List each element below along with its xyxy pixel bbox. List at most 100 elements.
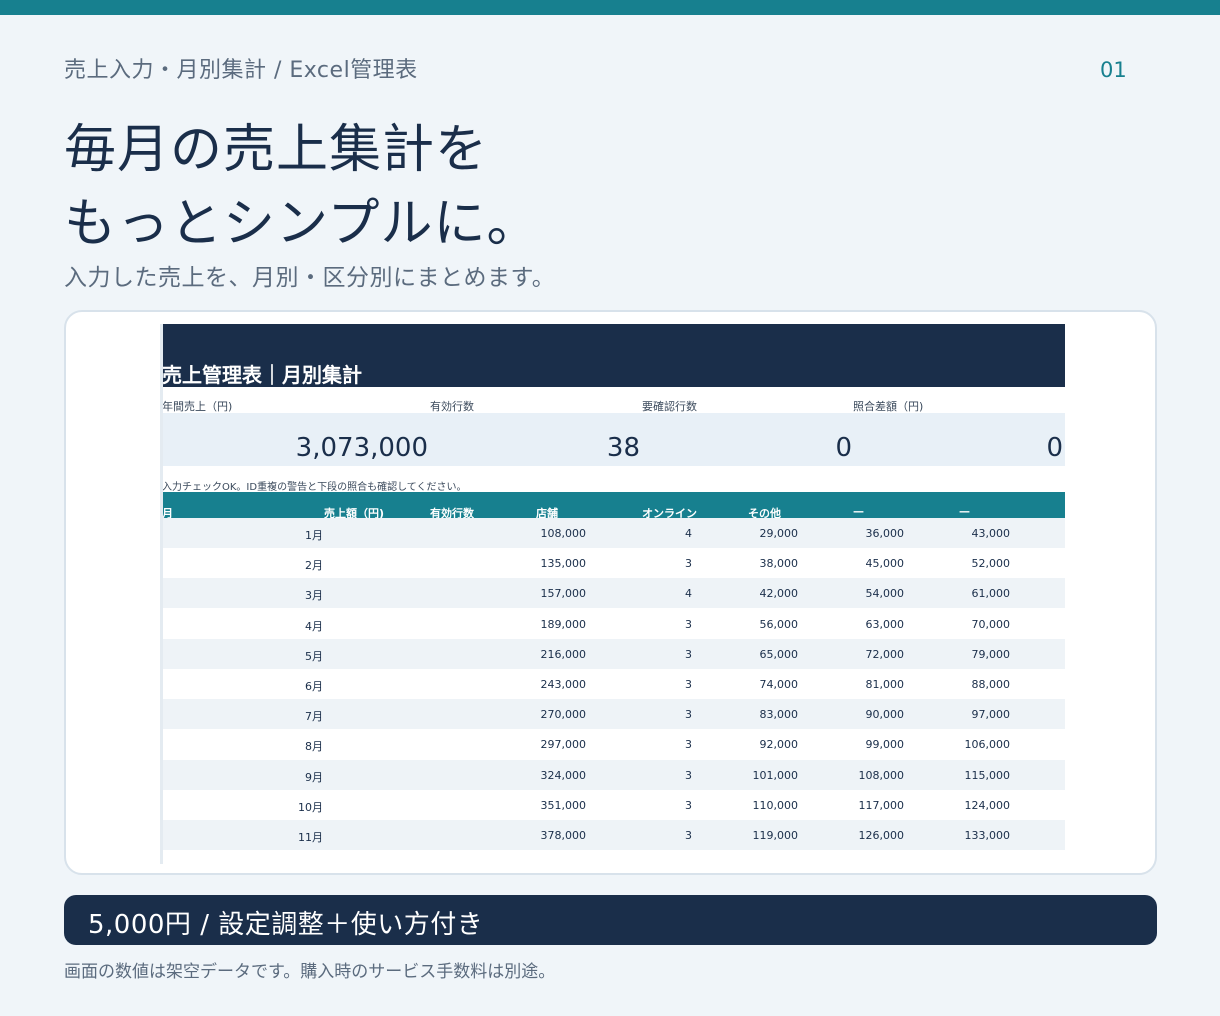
table-row: 9月 324,000 3 101,000 108,000 115,000 xyxy=(160,759,1065,790)
cell-sales: 297,000 xyxy=(540,738,587,752)
cell-sales: 216,000 xyxy=(540,647,587,661)
cell-month: 1月 xyxy=(305,529,323,542)
breadcrumb: 売上入力・月別集計 / Excel管理表 xyxy=(64,58,418,83)
cell-other: 61,000 xyxy=(971,587,1011,601)
table-row: 5月 216,000 3 65,000 72,000 79,000 xyxy=(160,638,1065,669)
cell-valid-rows: 4 xyxy=(685,587,692,601)
headline-line-1: 毎月の売上集計を xyxy=(64,120,489,180)
cell-other: 70,000 xyxy=(971,617,1011,631)
cell-other: 97,000 xyxy=(971,708,1011,722)
cell-month: 4月 xyxy=(305,619,323,633)
spreadsheet-preview-card: 売上管理表｜月別集計 年間売上（円) 有効行数 要確認行数 照合差額（円) 3,… xyxy=(64,310,1157,875)
cell-valid-rows: 3 xyxy=(685,768,692,782)
kpi-label-review-rows: 要確認行数 xyxy=(642,400,697,413)
cell-valid-rows: 3 xyxy=(685,708,692,722)
cell-online: 54,000 xyxy=(865,587,905,601)
top-accent-bar xyxy=(0,0,1220,15)
subline: 入力した売上を、月別・区分別にまとめます。 xyxy=(64,265,556,291)
cell-month: 7月 xyxy=(305,710,323,724)
spreadsheet: 売上管理表｜月別集計 年間売上（円) 有効行数 要確認行数 照合差額（円) 3,… xyxy=(160,324,1065,864)
cell-valid-rows: 3 xyxy=(685,557,692,571)
cell-other: 79,000 xyxy=(971,647,1011,661)
cell-month: 6月 xyxy=(305,680,323,693)
cell-other: 106,000 xyxy=(964,738,1011,752)
cell-online: 63,000 xyxy=(865,617,905,631)
cell-store: 92,000 xyxy=(759,738,799,752)
cell-store: 56,000 xyxy=(759,617,799,631)
kpi-value-reconcile-diff: 0 xyxy=(1046,433,1063,463)
cell-other: 88,000 xyxy=(971,678,1011,691)
cell-valid-rows: 3 xyxy=(685,798,692,812)
headline-line-2: もっとシンプルに。 xyxy=(64,194,540,254)
validation-note: 入力チェックOK。ID重複の警告と下段の照合も確認してください。 xyxy=(162,482,467,493)
cell-sales: 189,000 xyxy=(540,617,587,631)
cell-valid-rows: 3 xyxy=(685,617,692,631)
cell-valid-rows: 3 xyxy=(685,678,692,691)
cell-sales: 135,000 xyxy=(540,557,587,571)
kpi-label-reconcile-diff: 照合差額（円) xyxy=(853,400,924,413)
cell-month: 9月 xyxy=(305,770,323,784)
cell-month: 8月 xyxy=(305,740,323,754)
cell-store: 101,000 xyxy=(752,768,799,782)
cell-other: 52,000 xyxy=(971,557,1011,571)
cell-online: 117,000 xyxy=(858,798,905,812)
cell-sales: 270,000 xyxy=(540,708,587,722)
cell-store: 29,000 xyxy=(759,527,799,540)
cell-valid-rows: 3 xyxy=(685,829,692,842)
cell-sales: 243,000 xyxy=(540,678,587,691)
cell-online: 81,000 xyxy=(865,678,905,691)
cell-sales: 108,000 xyxy=(540,527,587,540)
table-row: 3月 157,000 4 42,000 54,000 61,000 xyxy=(160,578,1065,609)
cell-sales: 157,000 xyxy=(540,587,587,601)
table-row: 7月 270,000 3 83,000 90,000 97,000 xyxy=(160,699,1065,730)
cell-online: 126,000 xyxy=(858,829,905,842)
column-header-blank-1: — xyxy=(853,505,864,518)
cell-store: 42,000 xyxy=(759,587,799,601)
table-header xyxy=(160,492,1065,518)
footnote: 画面の数値は架空データです。購入時のサービス手数料は別途。 xyxy=(64,962,556,982)
cell-sales: 324,000 xyxy=(540,768,587,782)
table-row: 4月 189,000 3 56,000 63,000 70,000 xyxy=(160,609,1065,639)
table-row: 8月 297,000 3 92,000 99,000 106,000 xyxy=(160,729,1065,759)
table-row: 10月 351,000 3 110,000 117,000 124,000 xyxy=(160,790,1065,820)
price-banner: 5,000円 / 設定調整＋使い方付き xyxy=(64,895,1157,945)
price-text: 5,000円 / 設定調整＋使い方付き xyxy=(88,910,484,940)
kpi-label-annual-sales: 年間売上（円) xyxy=(162,400,233,413)
cell-month: 2月 xyxy=(305,559,323,573)
page-number: 01 xyxy=(1100,58,1127,82)
headline: 毎月の売上集計を もっとシンプルに。 xyxy=(64,113,539,261)
cell-other: 43,000 xyxy=(971,527,1011,540)
cell-other: 115,000 xyxy=(964,768,1011,782)
cell-month: 5月 xyxy=(305,649,323,663)
cell-sales: 351,000 xyxy=(540,798,587,812)
kpi-value-review-rows: 0 xyxy=(835,433,852,463)
cell-valid-rows: 3 xyxy=(685,738,692,752)
table-row: 6月 243,000 3 74,000 81,000 88,000 xyxy=(160,669,1065,699)
cell-month: 11月 xyxy=(298,831,323,844)
cell-online: 99,000 xyxy=(865,738,905,752)
cell-online: 45,000 xyxy=(865,557,905,571)
table-row: 11月 378,000 3 119,000 126,000 133,000 xyxy=(160,820,1065,850)
cell-other: 124,000 xyxy=(964,798,1011,812)
kpi-label-valid-rows: 有効行数 xyxy=(430,400,474,413)
cell-valid-rows: 3 xyxy=(685,647,692,661)
cell-online: 36,000 xyxy=(865,527,905,540)
cell-other: 133,000 xyxy=(964,829,1011,842)
cell-sales: 378,000 xyxy=(540,829,587,842)
kpi-value-valid-rows: 38 xyxy=(606,433,640,463)
sheet-row-header-edge xyxy=(160,324,163,864)
cell-month: 10月 xyxy=(298,800,323,814)
cell-month: 3月 xyxy=(305,589,323,603)
cell-store: 83,000 xyxy=(759,708,799,722)
cell-online: 72,000 xyxy=(865,647,905,661)
table-row: 1月 108,000 4 29,000 36,000 43,000 xyxy=(160,518,1065,548)
cell-store: 119,000 xyxy=(752,829,799,842)
cell-store: 74,000 xyxy=(759,678,799,691)
sheet-title: 売上管理表｜月別集計 xyxy=(162,363,362,387)
cell-valid-rows: 4 xyxy=(685,527,692,540)
cell-store: 38,000 xyxy=(759,557,799,571)
table-row: 2月 135,000 3 38,000 45,000 52,000 xyxy=(160,548,1065,578)
cell-store: 110,000 xyxy=(752,798,799,812)
cell-online: 90,000 xyxy=(865,708,905,722)
kpi-value-annual-sales: 3,073,000 xyxy=(295,433,428,463)
